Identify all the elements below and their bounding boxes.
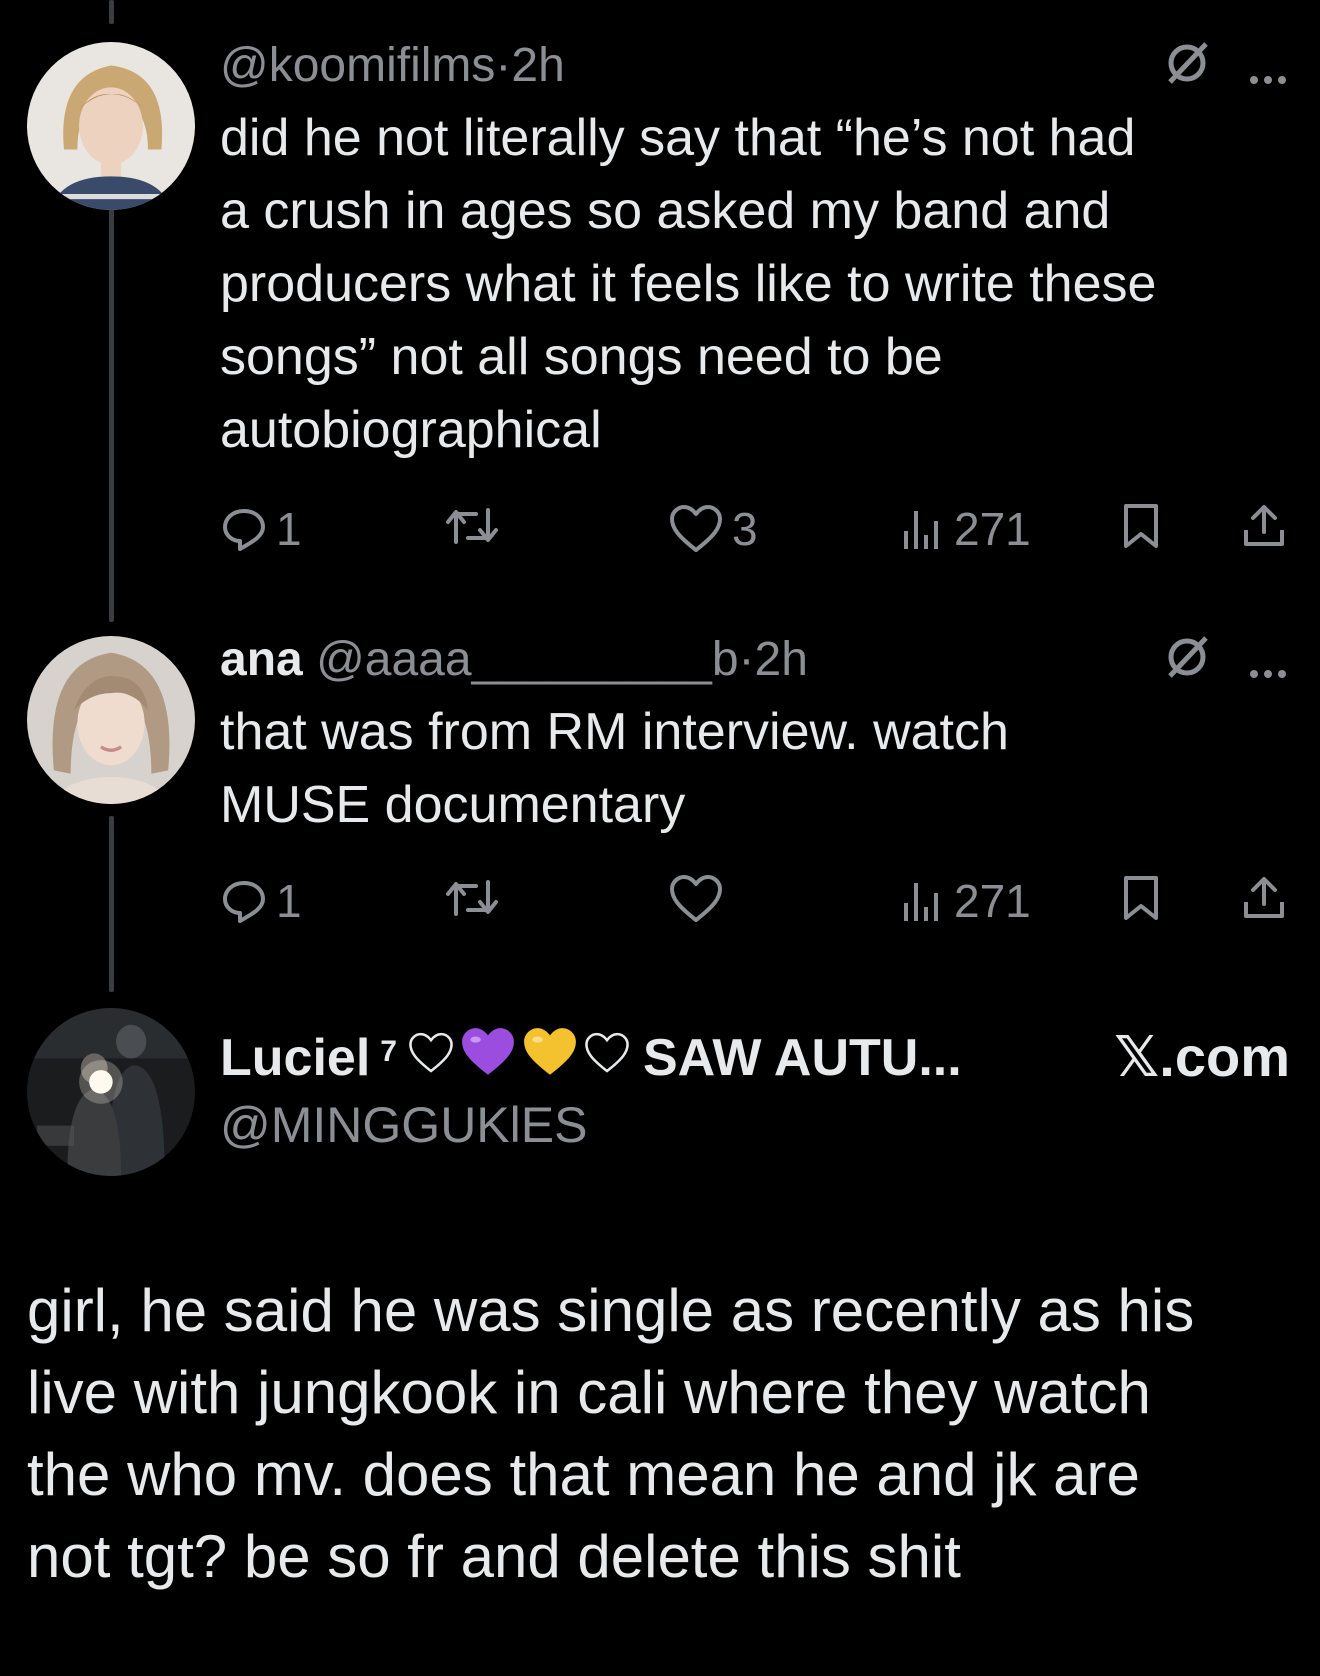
tweet-text: that was from RM interview. watch MUSE d… — [220, 703, 1009, 834]
display-name[interactable]: ana — [220, 633, 303, 686]
tweet-header: @koomifilms·2h — [220, 36, 1288, 96]
views-icon — [904, 511, 938, 549]
tweet-actions: 1 3 271 — [220, 502, 1288, 562]
retweet-icon — [446, 508, 498, 544]
bookmark-icon — [1124, 876, 1158, 920]
reply-count: 1 — [276, 875, 302, 927]
views-button[interactable]: 271 — [900, 874, 1031, 928]
quoted-tweet-text: girl, he said he was single as recently … — [27, 1277, 1195, 1590]
reply-icon — [223, 509, 265, 551]
tweet-2[interactable]: ana @aaaa_________b·2h that was from RM … — [220, 630, 1288, 842]
avatar[interactable] — [27, 1008, 195, 1176]
name-superscript: 7 — [380, 1035, 397, 1068]
like-count: 3 — [732, 503, 758, 555]
display-name-text: Luciel — [220, 1029, 371, 1087]
quoted-user-header: Luciel 7 SAW AUTU... @MINGGUKlES 𝕏.com — [220, 1024, 1290, 1154]
retweet-icon — [446, 880, 498, 916]
bookmark-button[interactable] — [1120, 502, 1162, 550]
share-icon — [1244, 505, 1284, 546]
white-heart-icon — [583, 1028, 631, 1088]
share-button[interactable] — [1240, 874, 1288, 922]
view-count: 271 — [954, 875, 1031, 927]
reply-icon — [223, 881, 265, 923]
tweet-actions: 1 271 — [220, 874, 1288, 934]
tweet-text: did he not literally say that “he’s not … — [220, 109, 1157, 459]
yellow-heart-icon — [521, 1026, 579, 1091]
bookmark-icon — [1124, 504, 1158, 548]
display-name-suffix: SAW AUTU... — [642, 1029, 962, 1087]
thread-line-top — [109, 0, 114, 24]
more-icon[interactable] — [1248, 41, 1288, 101]
x-brand-logo: 𝕏.com — [1114, 1025, 1290, 1088]
timestamp[interactable]: 2h — [755, 633, 808, 686]
reply-button[interactable]: 1 — [220, 874, 302, 928]
header-actions — [1164, 40, 1288, 101]
tweet-1[interactable]: @koomifilms·2h did he not literally say … — [220, 36, 1288, 467]
grok-icon[interactable] — [1164, 634, 1210, 695]
tweet-header: ana @aaaa_________b·2h — [220, 630, 1288, 690]
white-heart-icon — [407, 1028, 455, 1088]
reply-count: 1 — [276, 503, 302, 555]
user-handle[interactable]: @MINGGUKlES — [220, 1096, 1290, 1154]
timestamp[interactable]: 2h — [511, 39, 564, 92]
more-icon[interactable] — [1248, 635, 1288, 695]
grok-icon[interactable] — [1164, 40, 1210, 101]
thread-line-2 — [109, 816, 114, 992]
separator: · — [495, 39, 512, 92]
like-button[interactable]: 3 — [668, 502, 758, 556]
bookmark-button[interactable] — [1120, 874, 1162, 922]
user-handle[interactable]: @aaaa_________b — [316, 633, 738, 686]
reply-button[interactable]: 1 — [220, 502, 302, 556]
avatar[interactable] — [27, 42, 195, 210]
header-actions — [1164, 634, 1288, 695]
user-handle[interactable]: @koomifilms — [220, 39, 495, 92]
retweet-button[interactable] — [442, 874, 510, 922]
like-icon — [670, 875, 722, 922]
retweet-button[interactable] — [442, 502, 510, 550]
thread-line-1 — [109, 206, 114, 622]
purple-heart-icon — [459, 1026, 517, 1091]
share-icon — [1244, 877, 1284, 918]
views-icon — [904, 883, 938, 921]
views-button[interactable]: 271 — [900, 502, 1031, 556]
like-icon — [670, 505, 722, 552]
view-count: 271 — [954, 503, 1031, 555]
separator: · — [738, 633, 755, 686]
share-button[interactable] — [1240, 502, 1288, 550]
avatar[interactable] — [27, 636, 195, 804]
like-button[interactable] — [668, 874, 732, 924]
